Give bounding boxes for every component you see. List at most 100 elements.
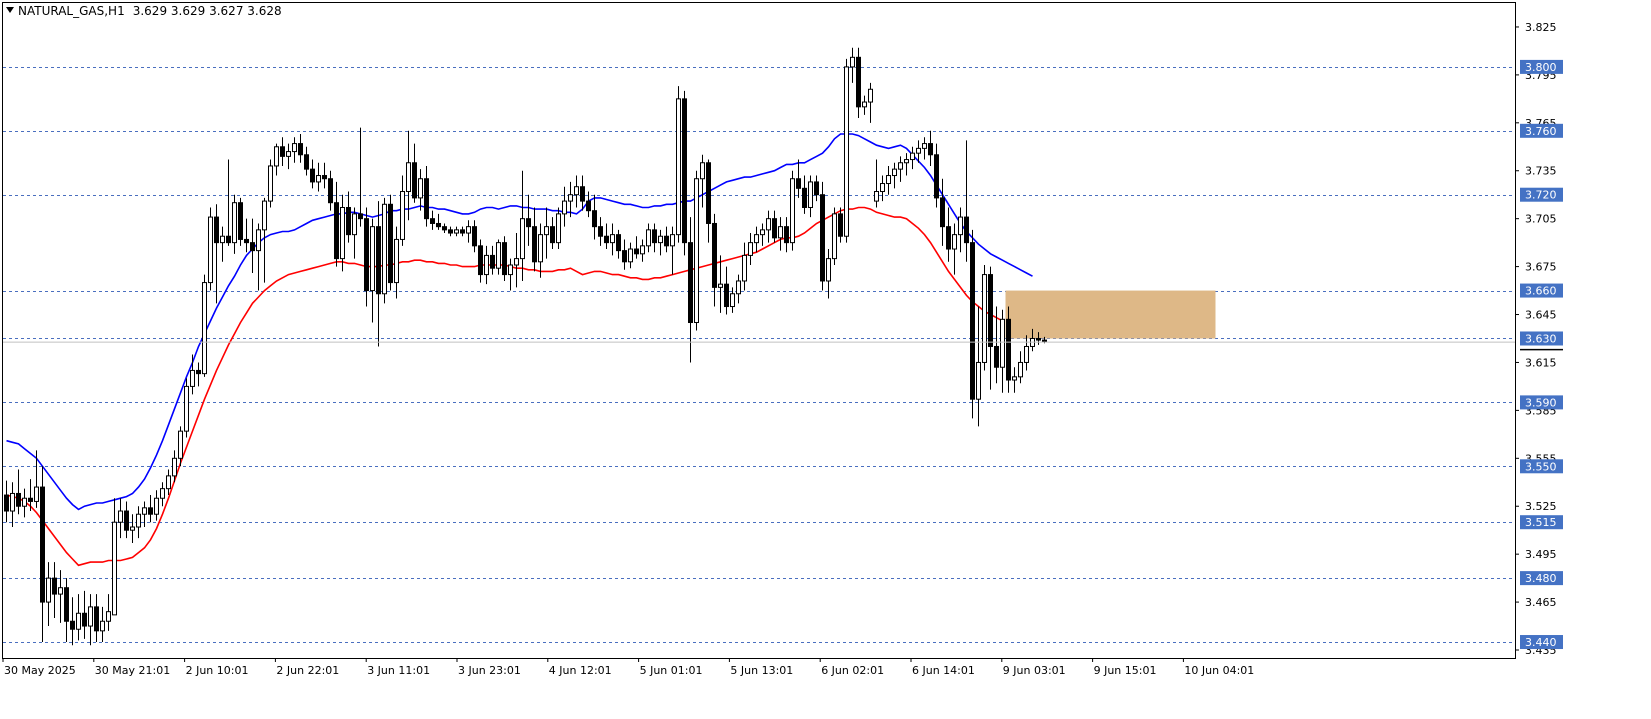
candle-body [340, 206, 345, 260]
chart-header: NATURAL_GAS,H1 3.629 3.629 3.627 3.628 [6, 4, 282, 18]
zone-rect[interactable] [1005, 290, 1216, 339]
candle-body [658, 235, 663, 244]
x-tick-label: 4 Jun 12:01 [549, 664, 612, 677]
candle-body [616, 234, 621, 252]
level-label-text: 3.800 [1525, 61, 1557, 74]
candle [676, 86, 681, 243]
candle-body [40, 486, 45, 603]
candle-body [118, 510, 123, 523]
candle-body [880, 183, 885, 193]
candle-body [748, 242, 753, 256]
level-label: 3.660 [1520, 283, 1563, 298]
candle-body [334, 202, 339, 260]
candle-body [466, 226, 471, 234]
candle-body [382, 203, 387, 295]
candle-body [262, 200, 267, 231]
candle [184, 378, 189, 438]
candle-body [112, 521, 117, 616]
candle-body [820, 194, 825, 282]
candle-body [304, 154, 309, 170]
y-tick-label: 3.735 [1525, 165, 1557, 178]
candle-body [22, 497, 27, 507]
candle [382, 197, 387, 304]
price-chart[interactable]: 3.8253.7953.7653.7353.7053.6753.6453.615… [0, 0, 1651, 719]
candle-body [862, 101, 867, 108]
x-tick-label: 3 Jun 23:01 [458, 664, 521, 677]
candle-body [664, 235, 669, 247]
candle-body [136, 513, 141, 528]
plot-frame [2, 2, 1516, 659]
candle-body [796, 178, 801, 189]
candle-body [400, 191, 405, 240]
candle-body [142, 507, 147, 515]
candle-body [934, 154, 939, 199]
level-label: 3.480 [1520, 571, 1563, 586]
candle-body [520, 218, 525, 260]
y-tick-label: 3.615 [1525, 356, 1557, 369]
candle-body [574, 186, 579, 196]
candle-body [202, 282, 207, 375]
candle-body [652, 229, 657, 244]
candle-body [946, 226, 951, 250]
open-value: 3.629 [132, 4, 168, 18]
level-label-text: 3.660 [1525, 285, 1557, 298]
candle-body [358, 213, 363, 220]
candle [1006, 306, 1011, 393]
candle-body [1036, 337, 1041, 341]
candle-body [418, 178, 423, 199]
candle-body [238, 202, 243, 240]
candle-body [496, 242, 501, 269]
candle-body [928, 143, 933, 156]
candle-body [280, 146, 285, 157]
candle [982, 265, 987, 371]
candle-body [106, 611, 111, 622]
candle-body [124, 510, 129, 531]
x-tick-label: 9 Jun 03:01 [1003, 664, 1066, 677]
candle [820, 181, 825, 291]
candle-body [442, 226, 447, 231]
candle-body [184, 385, 189, 432]
candle-body [964, 216, 969, 244]
candle-body [724, 283, 729, 308]
level-label-text: 3.720 [1525, 189, 1557, 202]
candle-body [634, 248, 639, 255]
candle-body [148, 507, 153, 515]
candle-body [784, 226, 789, 244]
candle-body [364, 218, 369, 292]
candle-body [130, 526, 135, 531]
candle-body [790, 178, 795, 244]
y-tick-label: 3.705 [1525, 213, 1557, 226]
candle-body [346, 206, 351, 236]
candle [682, 90, 687, 256]
candle-body [490, 254, 495, 269]
candle [844, 58, 849, 243]
candle-body [742, 254, 747, 282]
candle-body [478, 245, 483, 276]
candle-body [28, 497, 33, 502]
candle-body [922, 143, 927, 149]
candle-body [226, 235, 231, 244]
candle-body [298, 143, 303, 156]
candle-body [544, 226, 549, 236]
candle-body [214, 216, 219, 244]
level-label: 3.590 [1520, 395, 1563, 410]
candle-body [802, 187, 807, 208]
x-tick-label: 5 Jun 01:01 [640, 664, 703, 677]
high-value: 3.629 [170, 4, 206, 18]
candle-body [10, 492, 15, 512]
candle-body [580, 186, 585, 202]
candle-body [988, 274, 993, 347]
candle-body [952, 234, 957, 250]
candle-body [460, 229, 465, 234]
candle-body [598, 226, 603, 237]
candle-body [154, 497, 159, 515]
candle-body [292, 143, 297, 153]
level-label-text: 3.480 [1525, 572, 1557, 585]
candle-body [706, 162, 711, 224]
candle-body [1018, 361, 1023, 378]
candle-body [526, 218, 531, 228]
caret-down-icon[interactable] [6, 7, 14, 13]
candle-body [388, 203, 393, 284]
candle-body [586, 200, 591, 212]
candle-body [412, 162, 417, 199]
